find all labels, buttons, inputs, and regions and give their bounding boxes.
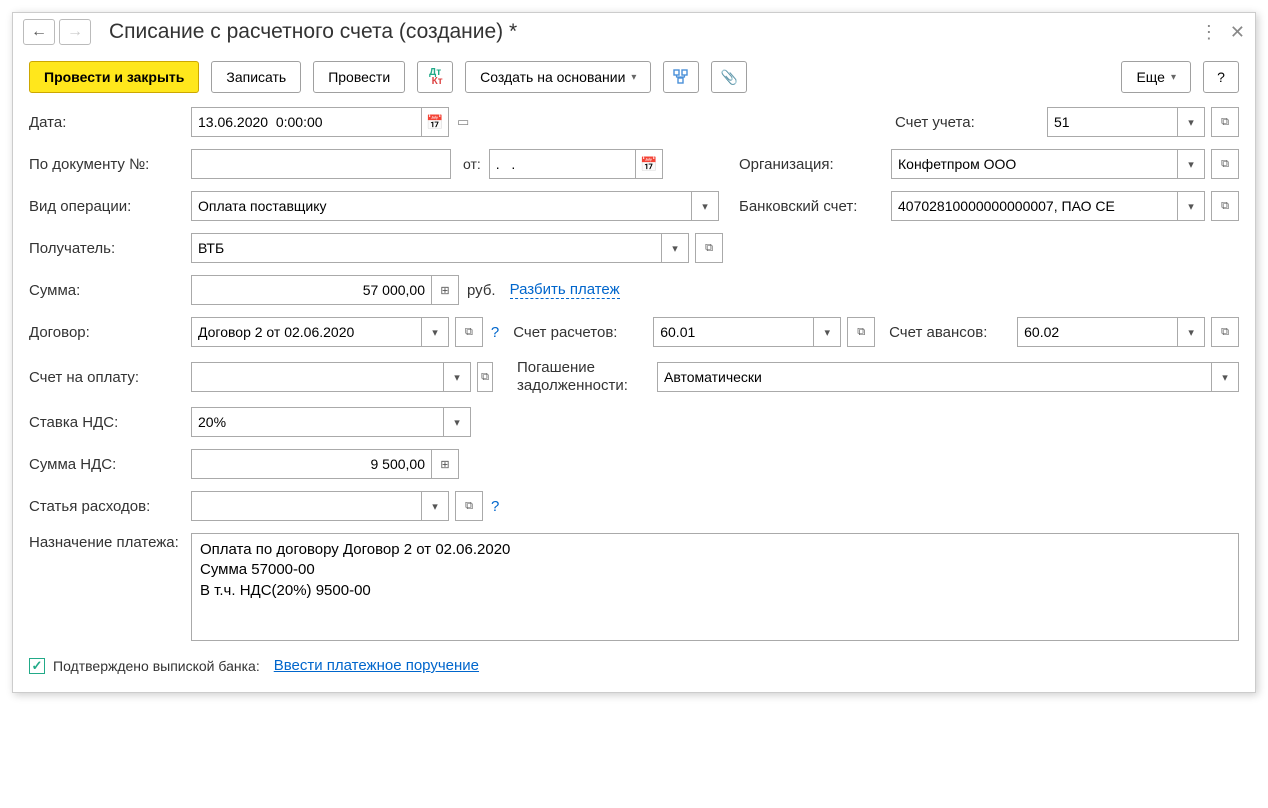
dropdown-icon[interactable]: ▾: [1211, 362, 1239, 392]
sum-input[interactable]: [191, 275, 431, 305]
more-label: Еще: [1136, 69, 1165, 85]
nav-forward-button[interactable]: →: [59, 19, 91, 45]
chevron-down-icon: ▾: [631, 72, 636, 83]
advance-acc-input[interactable]: [1017, 317, 1177, 347]
form-icon[interactable]: ▭: [457, 114, 469, 130]
dropdown-icon[interactable]: ▾: [1177, 191, 1205, 221]
calculator-icon[interactable]: ⊞: [431, 449, 459, 479]
contract-label: Договор:: [29, 324, 191, 341]
debt-input[interactable]: [657, 362, 1211, 392]
open-icon[interactable]: ⧉: [455, 317, 483, 347]
structure-icon: [673, 69, 689, 85]
purpose-label: Назначение платежа:: [29, 533, 191, 553]
invoice-input[interactable]: [191, 362, 443, 392]
dropdown-icon[interactable]: ▾: [1177, 317, 1205, 347]
recipient-label: Получатель:: [29, 240, 191, 257]
settle-acc-label: Счет расчетов:: [513, 324, 653, 341]
window-title: Списание с расчетного счета (создание) *: [109, 20, 1200, 44]
help-button[interactable]: ?: [1203, 61, 1239, 93]
dropdown-icon[interactable]: ▾: [443, 362, 471, 392]
bankacc-input[interactable]: [891, 191, 1177, 221]
vat-sum-input[interactable]: [191, 449, 431, 479]
from-date-input[interactable]: [489, 149, 635, 179]
close-icon[interactable]: ✕: [1230, 22, 1245, 43]
advance-acc-label: Счет авансов:: [889, 324, 1017, 341]
confirmed-label: Подтверждено выпиской банка:: [53, 658, 260, 674]
nav-back-button[interactable]: ←: [23, 19, 55, 45]
recipient-input[interactable]: [191, 233, 661, 263]
kebab-menu-icon[interactable]: ⋮: [1200, 22, 1218, 43]
settle-acc-input[interactable]: [653, 317, 813, 347]
create-based-button[interactable]: Создать на основании ▾: [465, 61, 651, 93]
open-icon[interactable]: ⧉: [455, 491, 483, 521]
dropdown-icon[interactable]: ▾: [443, 407, 471, 437]
sum-label: Сумма:: [29, 282, 191, 299]
docnum-label: По документу №:: [29, 156, 191, 173]
dropdown-icon[interactable]: ▾: [1177, 149, 1205, 179]
dtkt-button[interactable]: ДтКт: [417, 61, 453, 93]
debt-label: Погашение задолженности:: [517, 359, 657, 395]
dropdown-icon[interactable]: ▾: [421, 317, 449, 347]
currency-label: руб.: [467, 282, 496, 299]
confirmed-checkbox[interactable]: ✓: [29, 658, 45, 674]
paperclip-icon: 📎: [721, 69, 738, 86]
dtkt-icon: ДтКт: [428, 68, 443, 86]
save-button[interactable]: Записать: [211, 61, 301, 93]
contract-input[interactable]: [191, 317, 421, 347]
dropdown-icon[interactable]: ▾: [813, 317, 841, 347]
calendar-icon[interactable]: 📅: [635, 149, 663, 179]
vat-sum-label: Сумма НДС:: [29, 456, 191, 473]
bankacc-label: Банковский счет:: [739, 198, 891, 215]
invoice-label: Счет на оплату:: [29, 369, 191, 386]
dropdown-icon[interactable]: ▾: [421, 491, 449, 521]
open-icon[interactable]: ⧉: [1211, 191, 1239, 221]
expense-input[interactable]: [191, 491, 421, 521]
open-icon[interactable]: ⧉: [847, 317, 875, 347]
optype-input[interactable]: [191, 191, 691, 221]
org-input[interactable]: [891, 149, 1177, 179]
account-label: Счет учета:: [895, 114, 1047, 131]
more-button[interactable]: Еще ▾: [1121, 61, 1191, 93]
post-and-close-button[interactable]: Провести и закрыть: [29, 61, 199, 93]
account-input[interactable]: [1047, 107, 1177, 137]
open-icon[interactable]: ⧉: [1211, 107, 1239, 137]
post-button[interactable]: Провести: [313, 61, 405, 93]
vat-rate-input[interactable]: [191, 407, 443, 437]
from-label: от:: [463, 156, 481, 172]
dropdown-icon[interactable]: ▾: [661, 233, 689, 263]
purpose-textarea[interactable]: [191, 533, 1239, 641]
open-icon[interactable]: ⧉: [695, 233, 723, 263]
date-label: Дата:: [29, 114, 191, 131]
help-icon[interactable]: ?: [491, 498, 499, 515]
calendar-icon[interactable]: 📅: [421, 107, 449, 137]
calculator-icon[interactable]: ⊞: [431, 275, 459, 305]
org-label: Организация:: [739, 156, 891, 173]
structure-button[interactable]: [663, 61, 699, 93]
dropdown-icon[interactable]: ▾: [1177, 107, 1205, 137]
open-icon[interactable]: ⧉: [1211, 317, 1239, 347]
date-input[interactable]: [191, 107, 421, 137]
optype-label: Вид операции:: [29, 198, 191, 215]
expense-label: Статья расходов:: [29, 498, 191, 515]
open-icon[interactable]: ⧉: [1211, 149, 1239, 179]
enter-order-link[interactable]: Ввести платежное поручение: [274, 657, 479, 674]
vat-rate-label: Ставка НДС:: [29, 414, 191, 431]
create-based-label: Создать на основании: [480, 69, 625, 85]
attach-button[interactable]: 📎: [711, 61, 747, 93]
split-payment-link[interactable]: Разбить платеж: [510, 281, 620, 299]
docnum-input[interactable]: [191, 149, 451, 179]
open-icon[interactable]: ⧉: [477, 362, 493, 392]
chevron-down-icon: ▾: [1171, 72, 1176, 83]
help-icon[interactable]: ?: [491, 324, 499, 341]
dropdown-icon[interactable]: ▾: [691, 191, 719, 221]
